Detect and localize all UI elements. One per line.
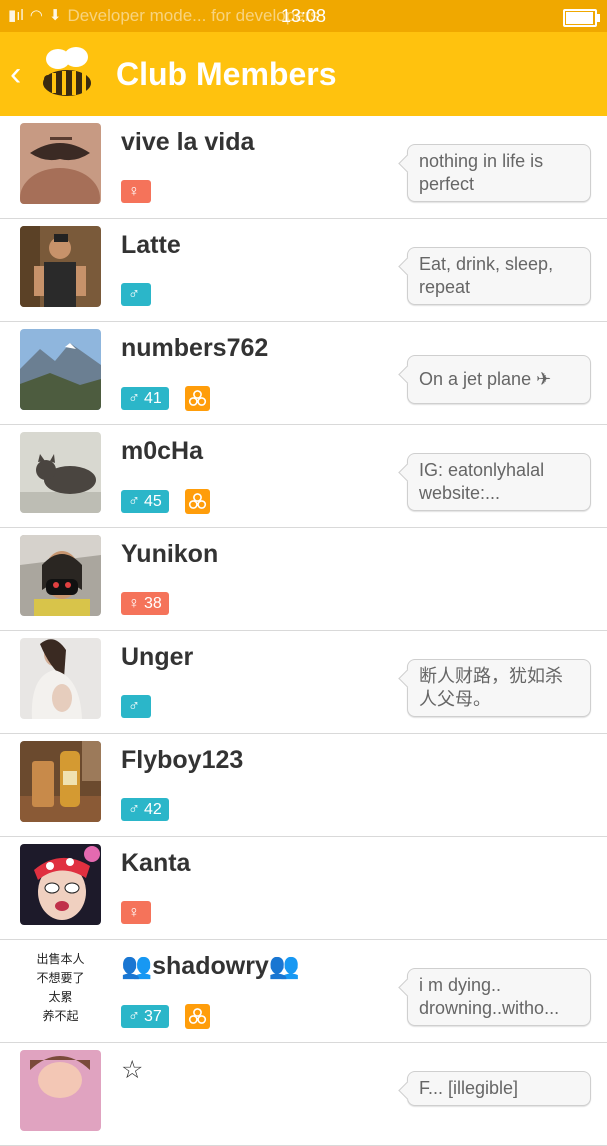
female-gender-badge: ♀ [121, 180, 151, 203]
page-title: Club Members [116, 55, 337, 92]
avatar-text-line: 出售本人 [36, 951, 85, 966]
member-row[interactable]: numbers762 ♂ 41 On a jet plane ✈ [0, 322, 607, 425]
member-row[interactable]: Unger ♂ 断人财路，犹如杀人父母。 [0, 631, 607, 734]
status-bubble: Eat, drink, sleep, repeat [407, 247, 591, 305]
app-bar: ‹ Club Members [0, 32, 607, 116]
status-bubble: i m dying.. drowning..witho... [407, 968, 591, 1026]
member-badges: ♂ 42 [121, 798, 169, 821]
member-avatar[interactable] [20, 226, 101, 307]
member-name: 👥shadowry👥 [121, 952, 300, 980]
member-badges: ♀ 38 [121, 592, 169, 615]
status-bar: ▮ıl ◠ ⬇ Developer mode... for developers… [0, 0, 607, 32]
member-badges: ♂ 41 [121, 386, 210, 411]
battery-icon [563, 9, 600, 27]
avatar-text-line: 不想要了 [36, 970, 85, 985]
member-row[interactable]: ☆ F... [illegible] [0, 1043, 607, 1146]
male-symbol-icon: ♂ [128, 801, 140, 818]
member-avatar[interactable] [20, 638, 101, 719]
member-name: m0cHa [121, 437, 203, 465]
status-bubble: IG: eatonlyhalal website:... [407, 453, 591, 511]
member-row[interactable]: 出售本人不想要了太累养不起 👥shadowry👥 ♂ 37 i m dying.. dr… [0, 940, 607, 1043]
bee-logo-icon [43, 47, 91, 96]
member-name: numbers762 [121, 334, 269, 362]
member-avatar[interactable]: 出售本人不想要了太累养不起 [20, 947, 101, 1028]
member-row[interactable]: Flyboy123 ♂ 42 [0, 734, 607, 837]
member-name: ☆ [121, 1056, 144, 1084]
male-symbol-icon: ♂ [128, 286, 140, 303]
male-symbol-icon: ♂ [128, 1008, 140, 1025]
status-text: IG: eatonlyhalal website:... [419, 460, 545, 503]
member-avatar[interactable] [20, 535, 101, 616]
member-name: vive la vida [121, 128, 255, 156]
hive-icon [184, 1004, 210, 1029]
member-avatar[interactable] [20, 1050, 101, 1131]
male-symbol-icon: ♂ [128, 698, 140, 715]
male-symbol-icon: ♂ [128, 493, 140, 510]
female-symbol-icon: ♀ [128, 183, 140, 200]
clock: 13:08 [280, 6, 327, 26]
member-row[interactable]: Yunikon ♀ 38 [0, 528, 607, 631]
member-age: 45 [144, 493, 162, 510]
member-row[interactable]: m0cHa ♂ 45 IG: eatonlyhalal website:... [0, 425, 607, 528]
member-avatar[interactable] [20, 432, 101, 513]
male-symbol-icon: ♂ [128, 390, 140, 407]
member-badges: ♂ [121, 695, 151, 718]
member-name: Unger [121, 643, 194, 671]
status-bubble: On a jet plane ✈ [407, 355, 591, 404]
male-gender-badge: ♂ 42 [121, 798, 169, 821]
back-button[interactable]: ‹ [10, 32, 32, 116]
member-avatar[interactable] [20, 741, 101, 822]
member-avatar[interactable] [20, 329, 101, 410]
hive-icon [184, 489, 210, 514]
chevron-left-icon: ‹ [10, 55, 22, 93]
member-age: 38 [144, 595, 162, 612]
female-symbol-icon: ♀ [128, 595, 140, 612]
member-name: Latte [121, 231, 181, 259]
member-badges: ♀ [121, 901, 151, 924]
member-name: Kanta [121, 849, 191, 877]
male-gender-badge: ♂ [121, 695, 151, 718]
member-badges: ♂ 37 [121, 1004, 210, 1029]
status-text: 断人财路，犹如杀人父母。 [419, 666, 563, 709]
male-gender-badge: ♂ 45 [121, 490, 169, 513]
member-age: 42 [144, 801, 162, 818]
member-age: 41 [144, 390, 162, 407]
member-badges: ♂ [121, 283, 151, 306]
male-gender-badge: ♂ [121, 283, 151, 306]
status-bubble: 断人财路，犹如杀人父母。 [407, 659, 591, 717]
member-row[interactable]: Latte ♂ Eat, drink, sleep, repeat [0, 219, 607, 322]
male-gender-badge: ♂ 37 [121, 1005, 169, 1028]
status-text: On a jet plane ✈ [419, 369, 552, 389]
avatar-text-line: 养不起 [42, 1008, 79, 1023]
member-avatar[interactable] [20, 844, 101, 925]
status-text: Eat, drink, sleep, repeat [419, 254, 554, 297]
avatar-text-line: 太累 [48, 989, 73, 1004]
female-gender-badge: ♀ [121, 901, 151, 924]
male-gender-badge: ♂ 41 [121, 387, 169, 410]
member-name: Flyboy123 [121, 746, 244, 774]
female-gender-badge: ♀ 38 [121, 592, 169, 615]
member-row[interactable]: Kanta ♀ [0, 837, 607, 940]
member-avatar[interactable] [20, 123, 101, 204]
member-badges: ♀ [121, 180, 151, 203]
member-name: Yunikon [121, 540, 219, 568]
status-text: F... [illegible] [419, 1078, 519, 1098]
member-row[interactable]: vive la vida ♀ nothing in life is perfect [0, 116, 607, 219]
member-age: 37 [144, 1008, 162, 1025]
status-text: i m dying.. drowning..witho... [419, 975, 560, 1018]
member-badges: ♂ 45 [121, 489, 210, 514]
status-bubble: F... [illegible] [407, 1071, 591, 1106]
hive-icon [184, 386, 210, 411]
member-list[interactable]: vive la vida ♀ nothing in life is perfect L… [0, 116, 607, 1146]
status-bubble: nothing in life is perfect [407, 144, 591, 202]
female-symbol-icon: ♀ [128, 904, 140, 921]
status-text: nothing in life is perfect [419, 151, 544, 194]
